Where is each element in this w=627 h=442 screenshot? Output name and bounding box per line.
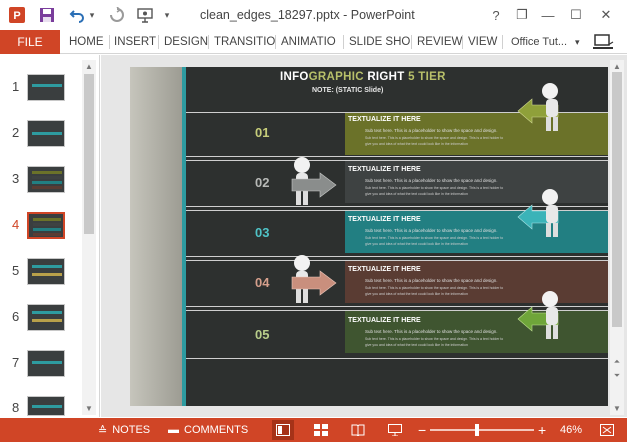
- tab-separator: [502, 35, 503, 49]
- tab-separator: [462, 35, 463, 49]
- zoom-slider-handle[interactable]: [475, 424, 479, 436]
- maximize-icon[interactable]: ☐: [564, 5, 588, 25]
- scroll-down-icon[interactable]: ▼: [82, 402, 96, 414]
- tab-separator: [275, 35, 276, 49]
- thumbnail-scrollbar[interactable]: ▲ ▼: [82, 60, 96, 415]
- figure-arrow-5: [517, 291, 559, 339]
- tab-separator: [411, 35, 412, 49]
- comments-icon: ▬: [168, 424, 179, 436]
- fit-slide-to-window-icon[interactable]: [596, 420, 618, 440]
- account-picture-icon[interactable]: [592, 30, 614, 54]
- tab-slide-show[interactable]: SLIDE SHO: [349, 30, 410, 54]
- slide-thumbnail-5[interactable]: [27, 258, 65, 285]
- slide-thumbnail-1[interactable]: [27, 74, 65, 101]
- slide-show-view-icon[interactable]: [384, 420, 406, 440]
- thumbnail-number: 1: [12, 79, 20, 94]
- zoom-slider-track[interactable]: [430, 429, 534, 431]
- next-slide-icon[interactable]: ⏷: [610, 370, 624, 382]
- slide-scrollbar[interactable]: ▲ ⏶ ⏷ ▼: [610, 60, 624, 415]
- scroll-up-icon[interactable]: ▲: [82, 60, 96, 72]
- powerpoint-logo-icon: P: [6, 4, 28, 26]
- scrollbar-thumb[interactable]: [612, 72, 622, 327]
- close-icon[interactable]: ✕: [594, 5, 618, 25]
- scroll-down-icon[interactable]: ▼: [610, 402, 624, 414]
- tab-separator: [158, 35, 159, 49]
- figure-arrow-3: [517, 189, 559, 237]
- undo-dropdown-icon[interactable]: ▾: [86, 4, 98, 26]
- customize-quick-access-icon[interactable]: ▾: [160, 4, 174, 26]
- title-bar: P ▾ ▾ clean_edges_18297.pptx - PowerPoin…: [0, 0, 627, 30]
- zoom-out-button[interactable]: −: [418, 418, 426, 442]
- notes-label: NOTES: [112, 424, 151, 436]
- tab-design[interactable]: DESIGN: [164, 30, 208, 54]
- undo-icon[interactable]: [66, 4, 88, 26]
- thumbnail-number: 5: [12, 263, 20, 278]
- scrollbar-thumb[interactable]: [84, 74, 94, 234]
- slide-canvas[interactable]: INFOGRAPHIC RIGHT 5 TIER NOTE: (STATIC S…: [130, 67, 608, 406]
- thumbnail-number: 2: [12, 125, 20, 140]
- comments-button[interactable]: ▬ COMMENTS: [168, 418, 248, 442]
- slide-thumbnail-4[interactable]: [27, 212, 65, 239]
- tab-separator: [109, 35, 110, 49]
- figures-with-arrows-graphic: [291, 83, 559, 339]
- zoom-level[interactable]: 46%: [560, 418, 582, 442]
- thumbnail-number: 6: [12, 309, 20, 324]
- slide-thumbnail-8[interactable]: [27, 396, 65, 416]
- zoom-in-button[interactable]: +: [538, 418, 546, 442]
- notes-icon: ≙: [98, 424, 108, 437]
- thumbnail-number: 8: [12, 400, 20, 415]
- ribbon-tabs: FILE HOME INSERT DESIGN TRANSITIO ANIMAT…: [0, 30, 627, 54]
- tab-home[interactable]: HOME: [69, 30, 104, 54]
- thumbnail-number: 3: [12, 171, 20, 186]
- status-bar: ≙ NOTES ▬ COMMENTS − + 46%: [0, 418, 627, 442]
- slide-thumbnail-2[interactable]: [27, 120, 65, 147]
- figure-arrow-2: [291, 157, 337, 205]
- tab-separator: [343, 35, 344, 49]
- slide-thumbnail-6[interactable]: [27, 304, 65, 331]
- slide-thumbnail-3[interactable]: [27, 166, 65, 193]
- tab-review[interactable]: REVIEW: [417, 30, 462, 54]
- normal-view-icon[interactable]: [272, 420, 294, 440]
- figure-arrow-4: [291, 255, 337, 303]
- tab-insert[interactable]: INSERT: [114, 30, 156, 54]
- tab-view[interactable]: VIEW: [468, 30, 497, 54]
- minimize-icon[interactable]: —: [536, 5, 560, 25]
- comments-label: COMMENTS: [184, 424, 249, 436]
- account-name[interactable]: Office Tut...: [511, 30, 567, 54]
- window-title: clean_edges_18297.pptx - PowerPoint: [200, 8, 415, 22]
- ribbon-display-options-icon[interactable]: ❐: [510, 5, 534, 25]
- thumbnail-number: 4: [12, 217, 20, 232]
- account-dropdown-icon[interactable]: ▾: [575, 30, 580, 54]
- figure-arrow-1: [517, 83, 559, 131]
- scroll-up-icon[interactable]: ▲: [610, 60, 624, 72]
- svg-text:P: P: [13, 10, 20, 22]
- slide-thumbnail-7[interactable]: [27, 350, 65, 377]
- redo-icon[interactable]: [106, 4, 128, 26]
- tab-animations[interactable]: ANIMATIO: [281, 30, 336, 54]
- tab-transitions[interactable]: TRANSITIO: [214, 30, 275, 54]
- save-icon[interactable]: [36, 4, 58, 26]
- previous-slide-icon[interactable]: ⏶: [610, 356, 624, 368]
- help-icon[interactable]: ?: [484, 5, 508, 25]
- tab-separator: [208, 35, 209, 49]
- reading-view-icon[interactable]: [347, 420, 369, 440]
- thumbnail-number: 7: [12, 355, 20, 370]
- tab-file[interactable]: FILE: [0, 30, 60, 54]
- slide-sorter-view-icon[interactable]: [310, 420, 332, 440]
- notes-button[interactable]: ≙ NOTES: [98, 418, 150, 442]
- start-from-beginning-icon[interactable]: [134, 4, 156, 26]
